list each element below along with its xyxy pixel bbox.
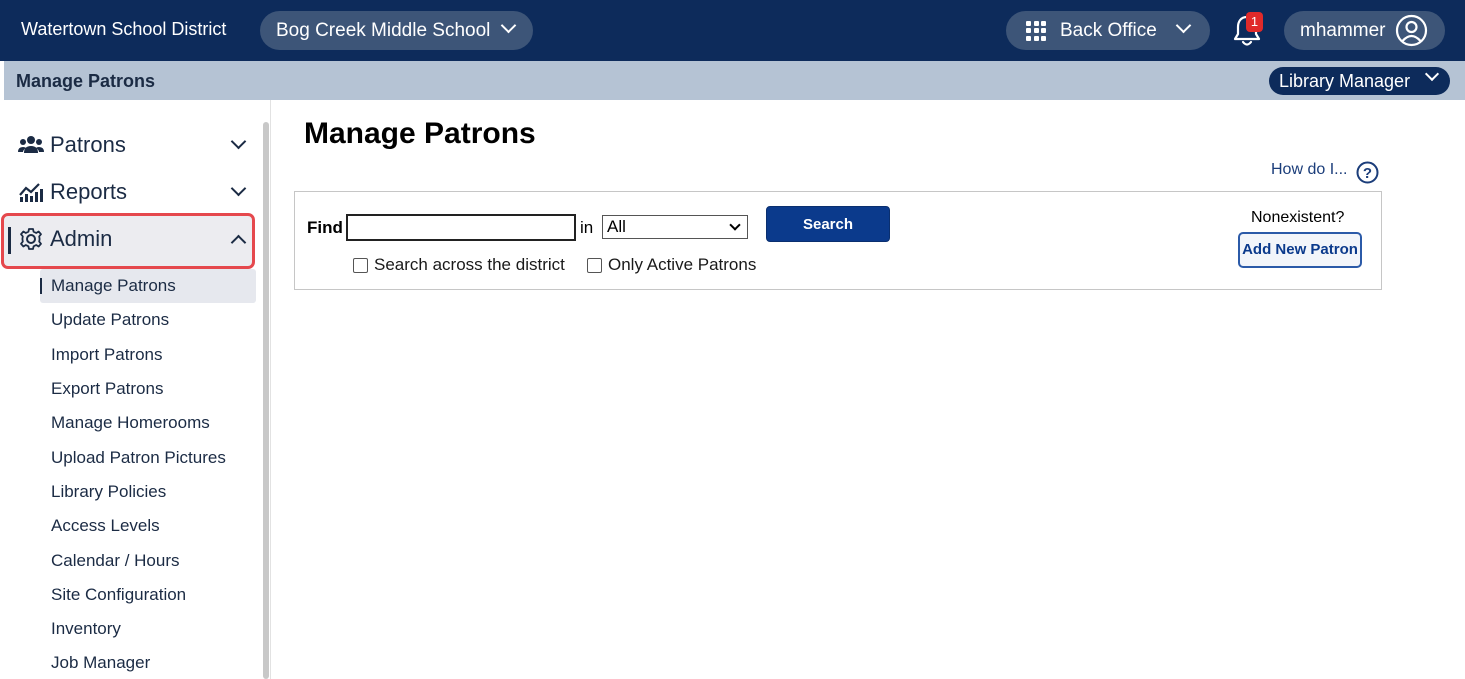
in-label: in bbox=[580, 218, 594, 237]
find-input[interactable] bbox=[346, 214, 576, 241]
sidebar-divider bbox=[270, 100, 271, 679]
sidebar-item-inventory[interactable]: Inventory bbox=[40, 612, 256, 646]
chevron-down-icon bbox=[1424, 66, 1440, 82]
app-grid-icon bbox=[1026, 20, 1046, 41]
sidebar-section-label: Patrons bbox=[50, 132, 126, 157]
school-selector[interactable]: Bog Creek Middle School bbox=[260, 11, 533, 50]
users-icon bbox=[18, 136, 44, 153]
svg-text:?: ? bbox=[1363, 165, 1372, 182]
school-selector-label: Bog Creek Middle School bbox=[276, 19, 491, 41]
user-avatar-icon bbox=[1395, 14, 1428, 47]
sidebar-scrollbar[interactable] bbox=[263, 122, 269, 679]
chevron-down-icon bbox=[230, 180, 247, 197]
search-district-option[interactable]: Search across the district bbox=[353, 255, 565, 275]
role-selector-label: Library Manager bbox=[1279, 70, 1411, 91]
sidebar-item-manage-homerooms[interactable]: Manage Homerooms bbox=[40, 406, 256, 440]
search-district-checkbox[interactable] bbox=[353, 257, 368, 273]
sidebar-item-upload-patron-pictures[interactable]: Upload Patron Pictures bbox=[40, 441, 256, 475]
active-patrons-label: Only Active Patrons bbox=[608, 255, 757, 274]
page-title: Manage Patrons bbox=[304, 117, 536, 150]
search-scope-value: All bbox=[607, 217, 626, 236]
user-menu-button[interactable]: mhammer bbox=[1284, 11, 1445, 50]
sidebar-section-reports[interactable]: Reports bbox=[0, 169, 258, 215]
sidebar-item-update-patrons[interactable]: Update Patrons bbox=[40, 303, 256, 337]
sidebar-item-export-patrons[interactable]: Export Patrons bbox=[40, 372, 256, 406]
sidebar-section-patrons[interactable]: Patrons bbox=[0, 122, 258, 168]
top-navigation-bar: Watertown School District Bog Creek Midd… bbox=[0, 0, 1465, 61]
gear-icon bbox=[20, 228, 42, 250]
sidebar-item-manage-patrons[interactable]: Manage Patrons bbox=[40, 269, 256, 303]
active-patrons-option[interactable]: Only Active Patrons bbox=[587, 255, 756, 275]
search-district-label: Search across the district bbox=[374, 255, 565, 274]
role-selector[interactable]: Library Manager bbox=[1269, 66, 1450, 95]
app-switcher-button[interactable]: Back Office bbox=[1006, 11, 1210, 50]
sidebar-item-access-levels[interactable]: Access Levels bbox=[40, 509, 256, 543]
search-scope-select[interactable]: All bbox=[602, 215, 748, 239]
chart-icon bbox=[19, 183, 43, 202]
sidebar-section-admin[interactable]: Admin bbox=[0, 216, 258, 262]
sidebar-item-site-configuration[interactable]: Site Configuration bbox=[40, 578, 256, 612]
search-button[interactable]: Search bbox=[766, 206, 890, 242]
context-bar: Manage Patrons Library Manager bbox=[4, 61, 1465, 100]
find-label: Find bbox=[307, 218, 343, 237]
help-icon[interactable]: ? bbox=[1356, 161, 1379, 184]
district-name: Watertown School District bbox=[21, 19, 227, 39]
add-new-patron-button[interactable]: Add New Patron bbox=[1238, 232, 1362, 268]
sidebar-item-calendar-hours[interactable]: Calendar / Hours bbox=[40, 544, 256, 578]
chevron-up-icon bbox=[230, 234, 247, 251]
notification-badge: 1 bbox=[1246, 12, 1263, 32]
chevron-down-icon bbox=[729, 219, 741, 231]
sidebar-section-label: Admin bbox=[50, 226, 113, 251]
sidebar-item-library-policies[interactable]: Library Policies bbox=[40, 475, 256, 509]
sidebar-item-import-patrons[interactable]: Import Patrons bbox=[40, 338, 256, 372]
sidebar-section-label: Reports bbox=[50, 179, 128, 204]
active-patrons-checkbox[interactable] bbox=[587, 257, 602, 273]
chevron-down-icon bbox=[500, 17, 517, 34]
nonexistent-label: Nonexistent? bbox=[1251, 209, 1345, 226]
chevron-down-icon bbox=[1175, 17, 1192, 34]
help-link[interactable]: How do I... bbox=[1271, 161, 1347, 179]
context-title: Manage Patrons bbox=[16, 71, 156, 91]
username-label: mhammer bbox=[1300, 19, 1386, 41]
chevron-down-icon bbox=[230, 133, 247, 150]
sidebar-item-job-manager[interactable]: Job Manager bbox=[40, 646, 256, 679]
app-switcher-label: Back Office bbox=[1060, 19, 1157, 41]
